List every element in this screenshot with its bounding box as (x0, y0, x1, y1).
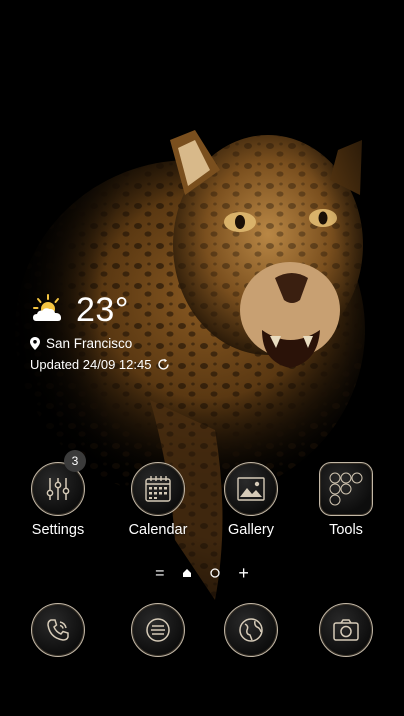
dock-camera[interactable] (306, 603, 386, 657)
app-label: Tools (329, 522, 363, 538)
home-screen: 23° San Francisco Updated 24/09 12:45 3 … (0, 0, 404, 716)
camera-icon (319, 603, 373, 657)
app-tools-folder[interactable]: Tools (306, 462, 386, 538)
dock-messages[interactable] (118, 603, 198, 657)
refresh-icon[interactable] (157, 358, 170, 371)
updated-label: Updated 24/09 12:45 (30, 357, 152, 372)
all-apps-menu-icon[interactable]: = (155, 565, 164, 583)
location-label: San Francisco (46, 336, 133, 351)
calendar-icon (131, 462, 185, 516)
app-label: Gallery (228, 522, 274, 538)
location-pin-icon (30, 337, 40, 350)
app-settings[interactable]: 3 Settings (18, 450, 98, 538)
tools-folder-icon (319, 462, 373, 516)
app-calendar[interactable]: Calendar (118, 462, 198, 538)
add-page-icon[interactable]: + (238, 563, 249, 584)
dock-browser[interactable] (211, 603, 291, 657)
phone-icon (31, 603, 85, 657)
notification-badge: 3 (64, 450, 86, 472)
app-label: Calendar (128, 522, 188, 538)
page-indicator: = + (0, 563, 404, 584)
temperature: 23° (76, 291, 129, 329)
partly-sunny-icon (30, 293, 66, 328)
page-dot-icon[interactable] (210, 565, 221, 583)
messages-icon (131, 603, 185, 657)
dock-phone[interactable] (18, 603, 98, 657)
gallery-icon (224, 462, 278, 516)
browser-icon (224, 603, 278, 657)
home-page-dot-icon[interactable] (182, 565, 192, 583)
app-label: Settings (31, 522, 85, 538)
app-gallery[interactable]: Gallery (211, 462, 291, 538)
weather-widget[interactable]: 23° San Francisco Updated 24/09 12:45 (30, 290, 170, 372)
